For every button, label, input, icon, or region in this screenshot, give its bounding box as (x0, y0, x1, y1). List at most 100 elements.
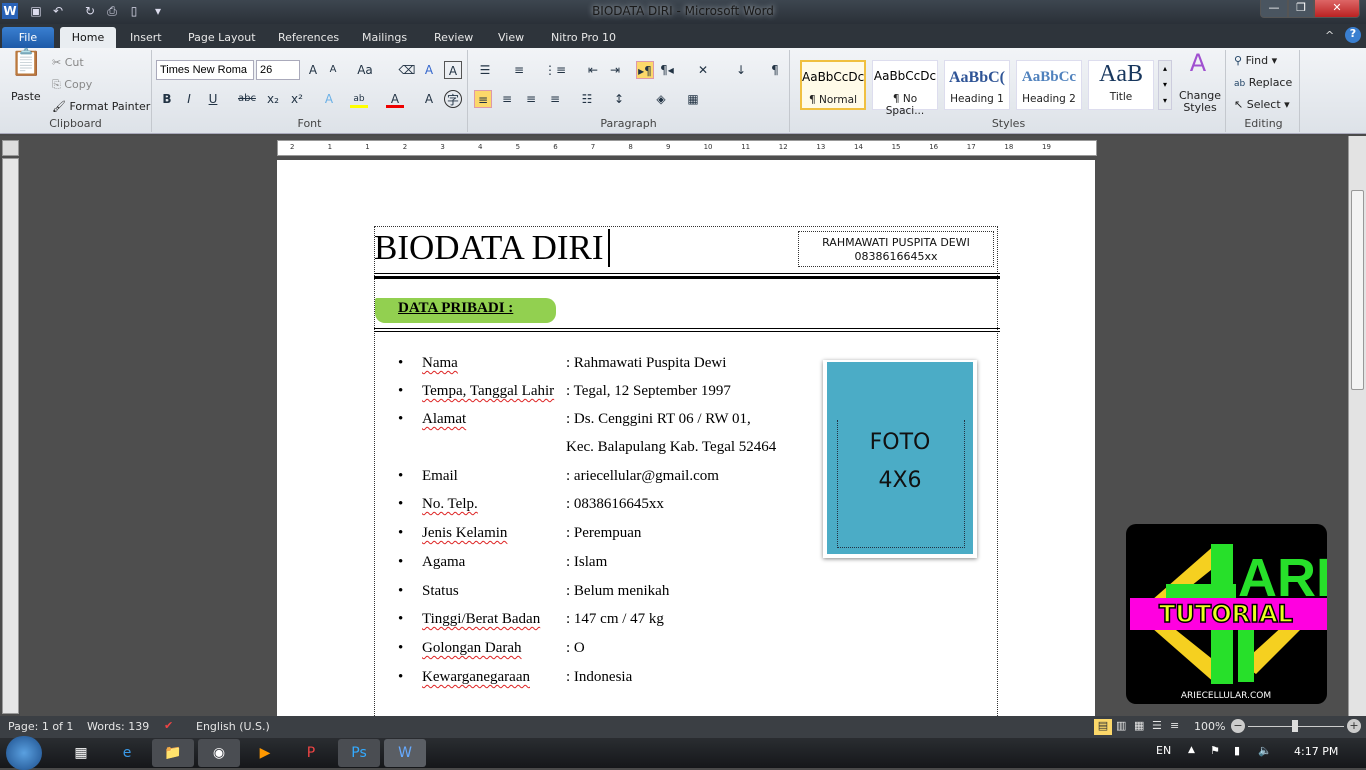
show-formatting-icon[interactable]: ¶ (766, 61, 784, 79)
bold-icon[interactable]: B (158, 90, 176, 108)
start-button[interactable] (6, 736, 42, 770)
bullets-icon[interactable]: ☰ (476, 61, 494, 79)
select-button[interactable]: ↖ Select ▾ (1234, 98, 1290, 111)
media-player-icon[interactable]: ▶ (244, 739, 286, 767)
strikethrough-icon[interactable]: abc (238, 90, 256, 108)
page-count[interactable]: Page: 1 of 1 (8, 720, 73, 733)
center-icon[interactable]: ≡ (498, 90, 516, 108)
enclose-characters-icon[interactable]: 字 (444, 90, 462, 108)
full-screen-reading-icon[interactable]: ▥ (1116, 719, 1126, 732)
web-layout-icon[interactable]: ▦ (1134, 719, 1144, 732)
input-language[interactable]: EN (1156, 744, 1171, 757)
volume-icon[interactable]: 🔈 (1258, 744, 1272, 757)
powerpoint-icon[interactable]: P (290, 739, 332, 767)
italic-icon[interactable]: I (180, 90, 198, 108)
action-center-icon[interactable]: ⚑ (1210, 744, 1220, 757)
tab-page-layout[interactable]: Page Layout (180, 27, 264, 48)
replace-button[interactable]: ab Replace (1234, 76, 1292, 89)
align-right-icon[interactable]: ≡ (522, 90, 540, 108)
ltr-icon[interactable]: ▸¶ (636, 61, 654, 79)
photoshop-icon[interactable]: Ps (338, 739, 380, 767)
file-explorer-icon[interactable]: 📁 (152, 739, 194, 767)
vertical-scrollbar[interactable] (1348, 136, 1366, 716)
internet-explorer-icon[interactable]: e (106, 739, 148, 767)
word-taskbar-icon[interactable]: W (384, 739, 426, 767)
tab-file[interactable]: File (2, 27, 54, 48)
increase-indent-icon[interactable]: ⇥ (606, 61, 624, 79)
change-styles-button[interactable]: Change Styles (1178, 90, 1222, 114)
photo-frame[interactable]: FOTO 4X6 (823, 360, 977, 558)
text-effects-icon[interactable]: A (320, 90, 338, 108)
style-title[interactable]: AaB Title (1088, 60, 1154, 110)
language[interactable]: English (U.S.) (196, 720, 270, 733)
style-heading-2[interactable]: AaBbCc Heading 2 (1016, 60, 1082, 110)
underline-icon[interactable]: U (204, 90, 222, 108)
word-count[interactable]: Words: 139 (87, 720, 149, 733)
find-button[interactable]: ⚲ Find ▾ (1234, 54, 1277, 67)
tab-selector[interactable] (2, 140, 19, 156)
font-color-icon[interactable]: A (386, 90, 404, 108)
justify-icon[interactable]: ≡ (546, 90, 564, 108)
phonetic-guide-icon[interactable]: A (420, 61, 438, 79)
calculator-icon[interactable]: ▦ (60, 739, 102, 767)
zoom-level[interactable]: 100% (1194, 720, 1225, 733)
horizontal-ruler[interactable]: 2 1 1 2 3 4 5 6 7 8 9 10 11 12 13 14 15 16 17 18 19 (277, 140, 1097, 156)
align-left-icon[interactable]: ≡ (474, 90, 492, 108)
header-contact-box[interactable]: RAHMAWATI PUSPITA DEWI 0838616645xx (798, 231, 994, 267)
multilevel-list-icon[interactable]: ⋮≡ (544, 61, 566, 79)
clear-formatting-icon[interactable]: ⌫ (398, 61, 416, 79)
proofing-icon[interactable]: ✔ (164, 719, 173, 732)
font-name-combo[interactable]: Times New Roma (156, 60, 254, 80)
chrome-icon[interactable]: ◉ (198, 739, 240, 767)
scrollbar-thumb[interactable] (1351, 190, 1364, 390)
copy-button[interactable]: ⎘ Copy (52, 78, 92, 92)
style-normal[interactable]: AaBbCcDc ¶ Normal (800, 60, 866, 110)
character-shading-icon[interactable]: A (420, 90, 438, 108)
cut-button[interactable]: ✂ Cut (52, 56, 84, 69)
subscript-icon[interactable]: x₂ (264, 90, 282, 108)
clock[interactable]: 4:17 PM (1294, 745, 1338, 758)
format-painter-button[interactable]: 🖌 Format Painter (52, 100, 150, 113)
tab-references[interactable]: References (270, 27, 347, 48)
rtl-icon[interactable]: ¶◂ (658, 61, 676, 79)
sort-icon[interactable]: ↓ (732, 61, 750, 79)
tab-insert[interactable]: Insert (122, 27, 170, 48)
change-case-icon[interactable]: Aa (356, 61, 374, 79)
paste-button[interactable]: Paste (11, 90, 41, 103)
tab-review[interactable]: Review (426, 27, 481, 48)
print-layout-icon[interactable]: ▤ (1094, 719, 1112, 735)
tab-home[interactable]: Home (60, 27, 116, 48)
restore-button[interactable]: ❐ (1288, 0, 1314, 18)
highlight-icon[interactable]: ab (350, 90, 368, 108)
shrink-font-icon[interactable]: A (324, 61, 342, 79)
line-spacing-icon[interactable]: ↕ (610, 90, 628, 108)
style-no-spacing[interactable]: AaBbCcDc ¶ No Spaci... (872, 60, 938, 117)
decrease-indent-icon[interactable]: ⇤ (584, 61, 602, 79)
change-styles-icon[interactable]: A (1184, 51, 1212, 82)
draft-icon[interactable]: ≡ (1170, 719, 1179, 732)
distributed-icon[interactable]: ☷ (578, 90, 596, 108)
paste-icon[interactable]: 📋 (10, 50, 42, 88)
close-button[interactable]: ✕ (1314, 0, 1360, 18)
styles-scroll[interactable]: ▴ ▾ ▾ (1158, 60, 1172, 110)
shading-icon[interactable]: ◈ (652, 90, 670, 108)
show-hidden-icons[interactable]: ▲ (1188, 745, 1195, 755)
minimize-button[interactable]: — (1260, 0, 1288, 18)
asian-layout-icon[interactable]: ✕ (694, 61, 712, 79)
zoom-slider-thumb[interactable] (1292, 720, 1298, 732)
tab-view[interactable]: View (490, 27, 532, 48)
tab-mailings[interactable]: Mailings (354, 27, 415, 48)
superscript-icon[interactable]: x² (288, 90, 306, 108)
zoom-out-button[interactable]: − (1231, 719, 1245, 733)
collapse-ribbon-icon[interactable]: ^ (1325, 29, 1334, 42)
numbering-icon[interactable]: ≡ (510, 61, 528, 79)
network-icon[interactable]: ▮ (1234, 744, 1240, 757)
borders-icon[interactable]: ▦ (684, 90, 702, 108)
font-size-combo[interactable]: 26 (256, 60, 300, 80)
document-title[interactable]: BIODATA DIRI (374, 226, 604, 270)
grow-font-icon[interactable]: A (304, 61, 322, 79)
help-icon[interactable]: ? (1345, 27, 1361, 43)
outline-icon[interactable]: ☰ (1152, 719, 1162, 732)
character-border-icon[interactable]: A (444, 61, 462, 79)
vertical-ruler[interactable] (2, 158, 19, 714)
